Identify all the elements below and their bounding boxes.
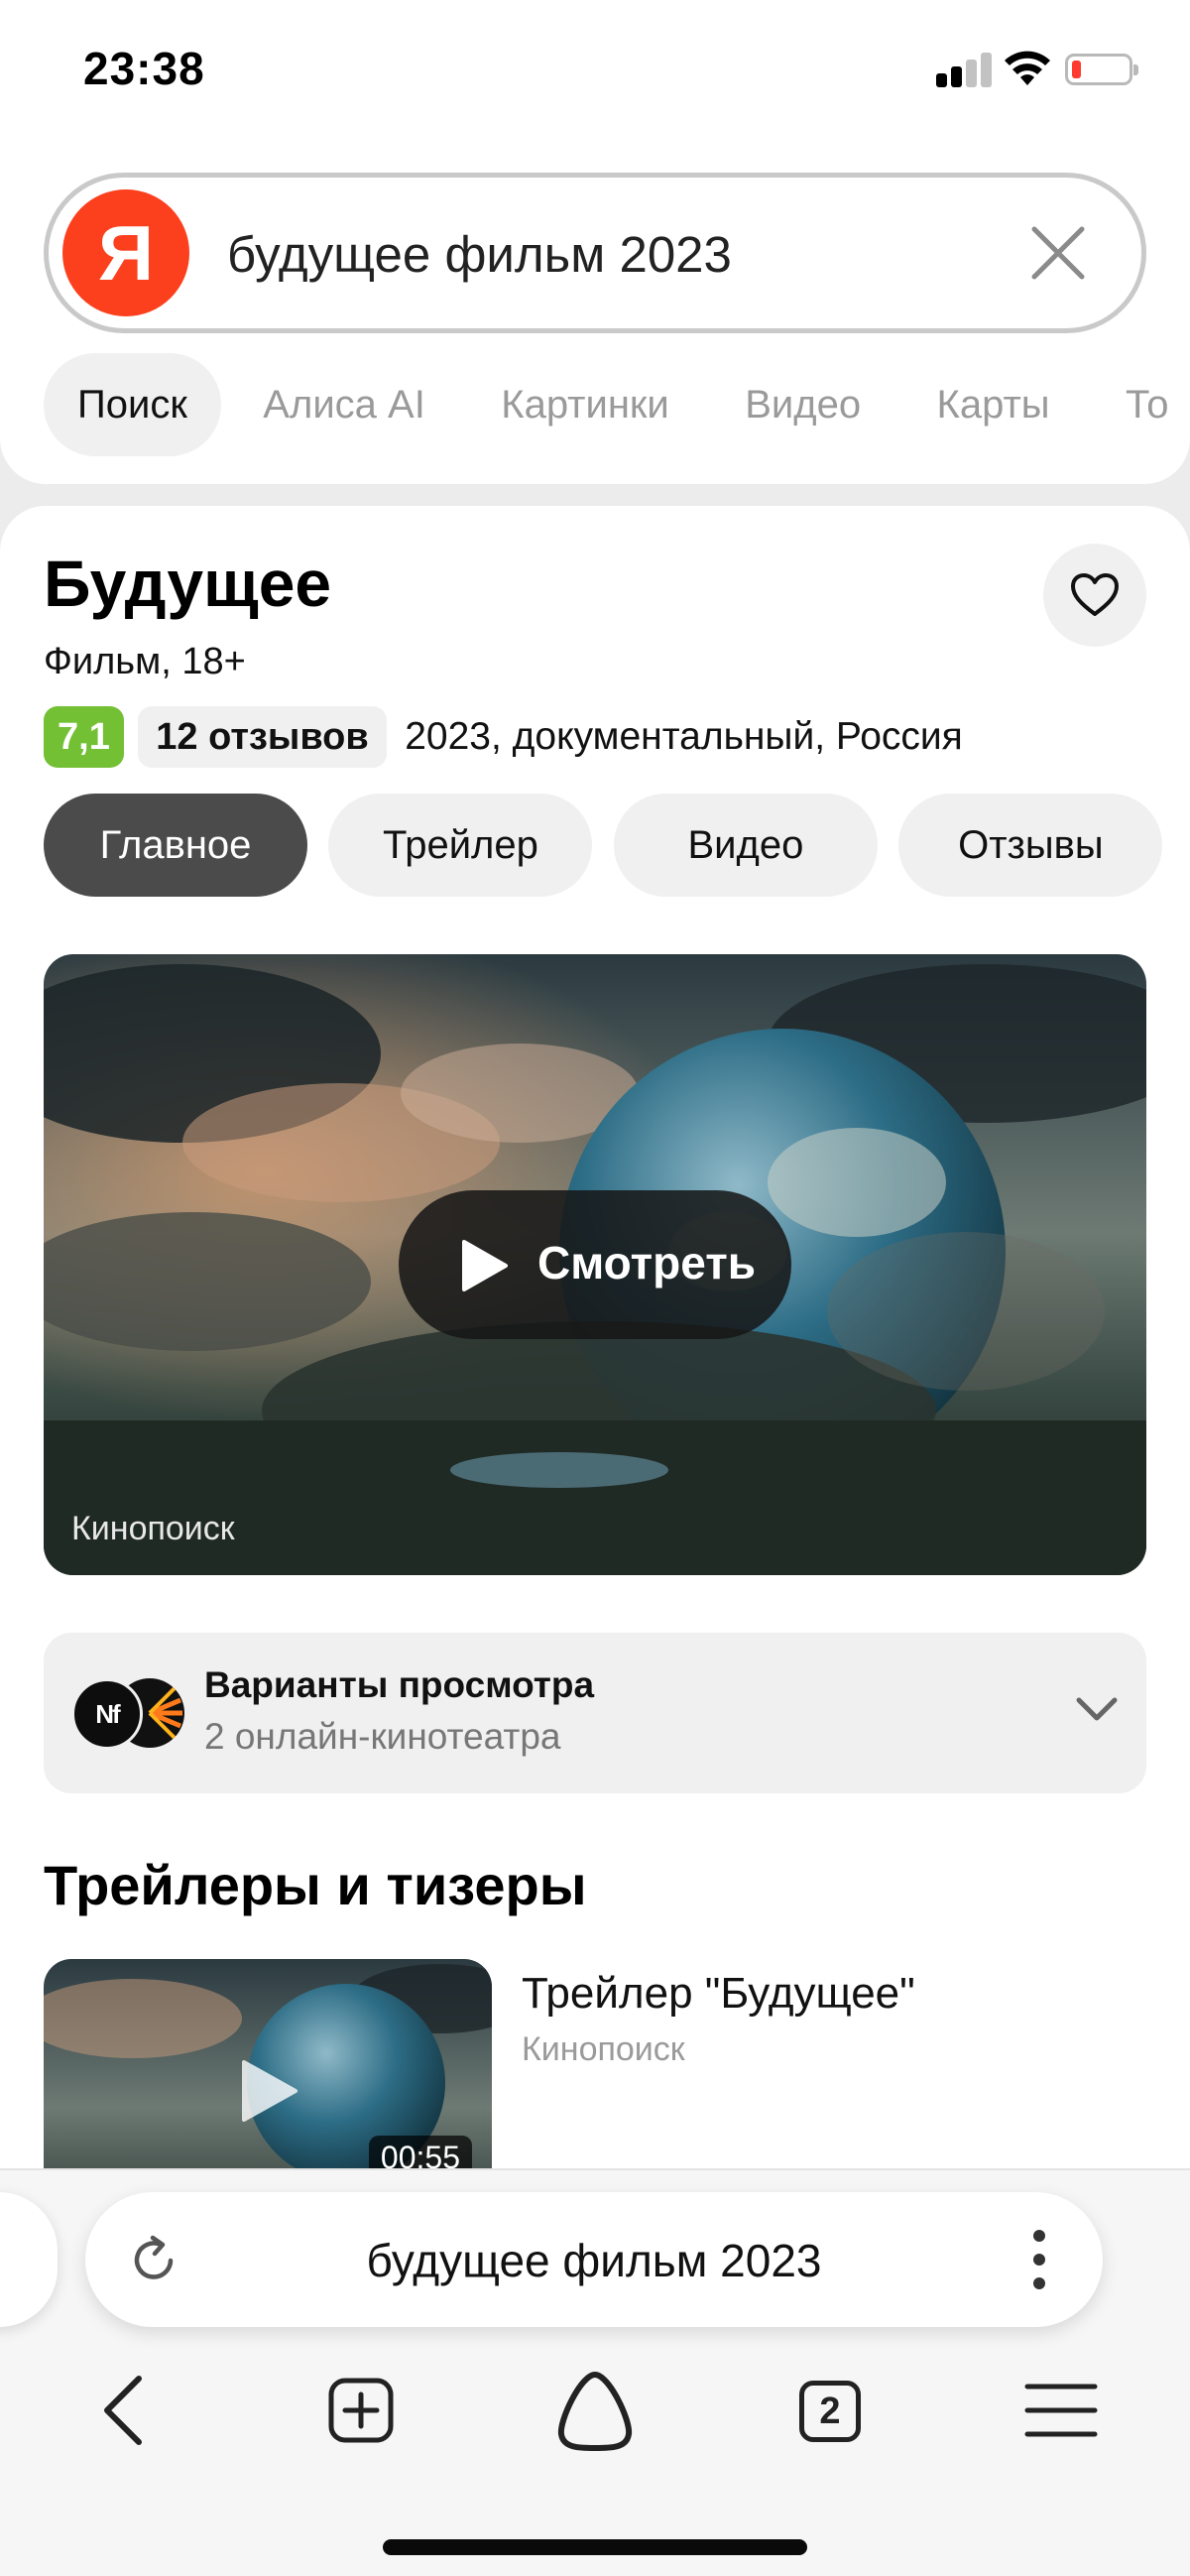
- movie-title[interactable]: Будущее: [44, 546, 331, 621]
- new-tab-icon[interactable]: [311, 2361, 411, 2460]
- alice-icon[interactable]: [545, 2361, 645, 2460]
- tab-alice[interactable]: Алиса AI: [229, 353, 459, 456]
- address-bar[interactable]: будущее фильм 2023: [85, 2192, 1103, 2327]
- cinema-logos: Nf: [71, 1678, 186, 1750]
- tab-maps[interactable]: Карты: [903, 353, 1084, 456]
- search-query[interactable]: будущее фильм 2023: [227, 225, 732, 284]
- bottom-navigation: 2: [0, 2361, 1190, 2460]
- previous-tab-handle[interactable]: [0, 2192, 58, 2327]
- browser-toolbar: будущее фильм 2023 2: [0, 2168, 1190, 2576]
- trailers-section-title: Трейлеры и тизеры: [44, 1854, 587, 1916]
- pill-main[interactable]: Главное: [44, 794, 307, 897]
- movie-subtitle: Фильм, 18+: [44, 641, 246, 682]
- options-subtitle: 2 онлайн-кинотеатра: [204, 1716, 561, 1757]
- watch-button[interactable]: Смотреть: [399, 1190, 791, 1339]
- play-icon: [242, 2060, 298, 2122]
- tab-search[interactable]: Поиск: [44, 353, 221, 456]
- pill-trailer[interactable]: Трейлер: [328, 794, 593, 897]
- viewing-options[interactable]: Nf Варианты просмотра 2 онлайн-кинотеатр…: [44, 1633, 1146, 1793]
- tab-images[interactable]: Картинки: [467, 353, 703, 456]
- options-title: Варианты просмотра: [204, 1664, 595, 1705]
- tab-more[interactable]: То: [1092, 353, 1190, 456]
- hero-video[interactable]: Смотреть Кинопоиск: [44, 954, 1146, 1575]
- status-time: 23:38: [83, 43, 205, 94]
- pill-reviews[interactable]: Отзывы: [898, 794, 1163, 897]
- close-icon[interactable]: [1030, 225, 1086, 281]
- pill-video[interactable]: Видео: [613, 794, 878, 897]
- search-input[interactable]: Я будущее фильм 2023: [44, 173, 1146, 333]
- top-area: 23:38 Я будущее фильм 2023 Поиск Алиса A…: [0, 0, 1190, 484]
- rating-badge[interactable]: 7,1: [44, 706, 124, 768]
- back-icon[interactable]: [73, 2361, 173, 2460]
- tab-video[interactable]: Видео: [711, 353, 894, 456]
- search-tabs: Поиск Алиса AI Картинки Видео Карты То: [44, 353, 1190, 456]
- play-icon: [462, 1240, 508, 1291]
- signal-icon: [936, 52, 992, 87]
- trailer-item[interactable]: 00:55 Трейлер "Будущее" Кинопоиск: [44, 1959, 1146, 2257]
- home-indicator[interactable]: [383, 2539, 807, 2555]
- trailer-title[interactable]: Трейлер "Будущее": [522, 1969, 915, 2019]
- wifi-icon: [1005, 51, 1050, 85]
- watch-label: Смотреть: [537, 1237, 757, 1288]
- movie-info: 2023, документальный, Россия: [405, 715, 963, 758]
- netflix-logo-icon: Nf: [71, 1678, 143, 1750]
- yandex-logo[interactable]: Я: [62, 189, 189, 316]
- section-pills: Главное Трейлер Видео Отзывы: [44, 794, 1179, 897]
- movie-meta: 7,1 12 отзывов 2023, документальный, Рос…: [44, 706, 963, 770]
- movie-card: Будущее Фильм, 18+ 7,1 12 отзывов 2023, …: [0, 506, 1190, 2291]
- heart-icon: [1071, 573, 1119, 616]
- battery-icon: [1065, 54, 1138, 85]
- status-bar: 23:38: [0, 0, 1190, 139]
- tabs-icon[interactable]: 2: [779, 2361, 879, 2460]
- address-text[interactable]: будущее фильм 2023: [85, 2234, 1103, 2287]
- chevron-down-icon[interactable]: [1075, 1694, 1119, 1724]
- menu-icon[interactable]: [1012, 2361, 1111, 2460]
- hero-source: Кинопоиск: [71, 1510, 235, 1547]
- tabs-count: 2: [799, 2381, 861, 2442]
- favorite-button[interactable]: [1043, 544, 1146, 647]
- more-icon[interactable]: [1033, 2230, 1045, 2289]
- reviews-badge[interactable]: 12 отзывов: [138, 706, 387, 768]
- trailer-source: Кинопоиск: [522, 2030, 685, 2068]
